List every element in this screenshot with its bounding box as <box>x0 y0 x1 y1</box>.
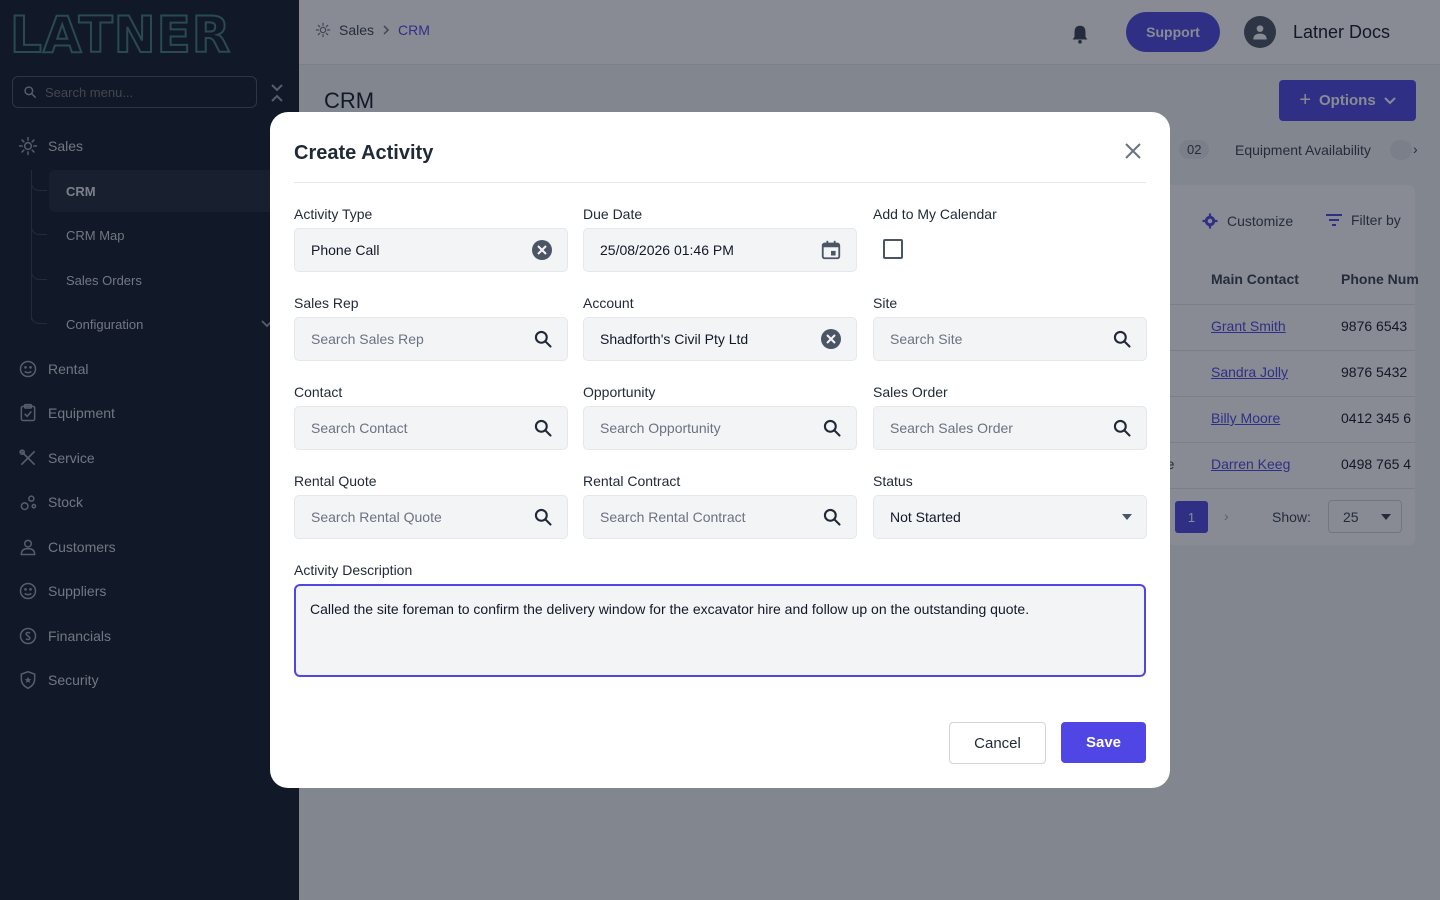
close-icon[interactable] <box>1122 140 1144 162</box>
contact-input[interactable] <box>311 420 511 436</box>
contact-label: Contact <box>294 384 343 400</box>
rental-contract-field[interactable] <box>583 495 857 539</box>
create-activity-dialog: Create Activity Activity Type Due Date A… <box>270 112 1170 788</box>
save-button[interactable]: Save <box>1061 722 1146 763</box>
sales-rep-input[interactable] <box>311 331 511 347</box>
status-select[interactable]: Not Started <box>873 495 1147 539</box>
search-icon[interactable] <box>822 507 842 527</box>
dialog-divider <box>294 182 1146 183</box>
due-date-label: Due Date <box>583 206 643 222</box>
rental-quote-input[interactable] <box>311 509 511 525</box>
search-icon[interactable] <box>533 418 553 438</box>
opportunity-field[interactable] <box>583 406 857 450</box>
clear-icon[interactable] <box>820 328 842 350</box>
caret-down-icon <box>1122 514 1132 520</box>
opportunity-label: Opportunity <box>583 384 656 400</box>
add-to-calendar-checkbox[interactable] <box>883 239 903 259</box>
due-date-input[interactable] <box>600 242 800 258</box>
sales-order-field[interactable] <box>873 406 1147 450</box>
cancel-button[interactable]: Cancel <box>949 722 1046 764</box>
search-icon[interactable] <box>533 507 553 527</box>
status-label: Status <box>873 473 913 489</box>
status-value: Not Started <box>890 509 961 525</box>
calendar-icon[interactable] <box>820 239 842 261</box>
sales-order-input[interactable] <box>890 420 1090 436</box>
sales-rep-label: Sales Rep <box>294 295 359 311</box>
rental-contract-input[interactable] <box>600 509 800 525</box>
account-input[interactable] <box>600 331 800 347</box>
rental-quote-field[interactable] <box>294 495 568 539</box>
search-icon[interactable] <box>1112 329 1132 349</box>
rental-contract-label: Rental Contract <box>583 473 681 489</box>
description-label: Activity Description <box>294 562 413 578</box>
activity-type-input[interactable] <box>311 242 511 258</box>
description-textarea[interactable]: Called the site foreman to confirm the d… <box>310 600 1130 661</box>
activity-type-label: Activity Type <box>294 206 373 222</box>
account-field[interactable] <box>583 317 857 361</box>
search-icon[interactable] <box>822 418 842 438</box>
sales-order-label: Sales Order <box>873 384 948 400</box>
account-label: Account <box>583 295 634 311</box>
site-field[interactable] <box>873 317 1147 361</box>
description-field[interactable]: Called the site foreman to confirm the d… <box>294 584 1146 677</box>
dialog-title: Create Activity <box>294 142 434 164</box>
clear-icon[interactable] <box>531 239 553 261</box>
add-to-calendar-label: Add to My Calendar <box>873 206 997 222</box>
search-icon[interactable] <box>1112 418 1132 438</box>
opportunity-input[interactable] <box>600 420 800 436</box>
site-label: Site <box>873 295 898 311</box>
site-input[interactable] <box>890 331 1090 347</box>
due-date-field[interactable] <box>583 228 857 272</box>
rental-quote-label: Rental Quote <box>294 473 377 489</box>
activity-type-field[interactable] <box>294 228 568 272</box>
sales-rep-field[interactable] <box>294 317 568 361</box>
search-icon[interactable] <box>533 329 553 349</box>
contact-field[interactable] <box>294 406 568 450</box>
